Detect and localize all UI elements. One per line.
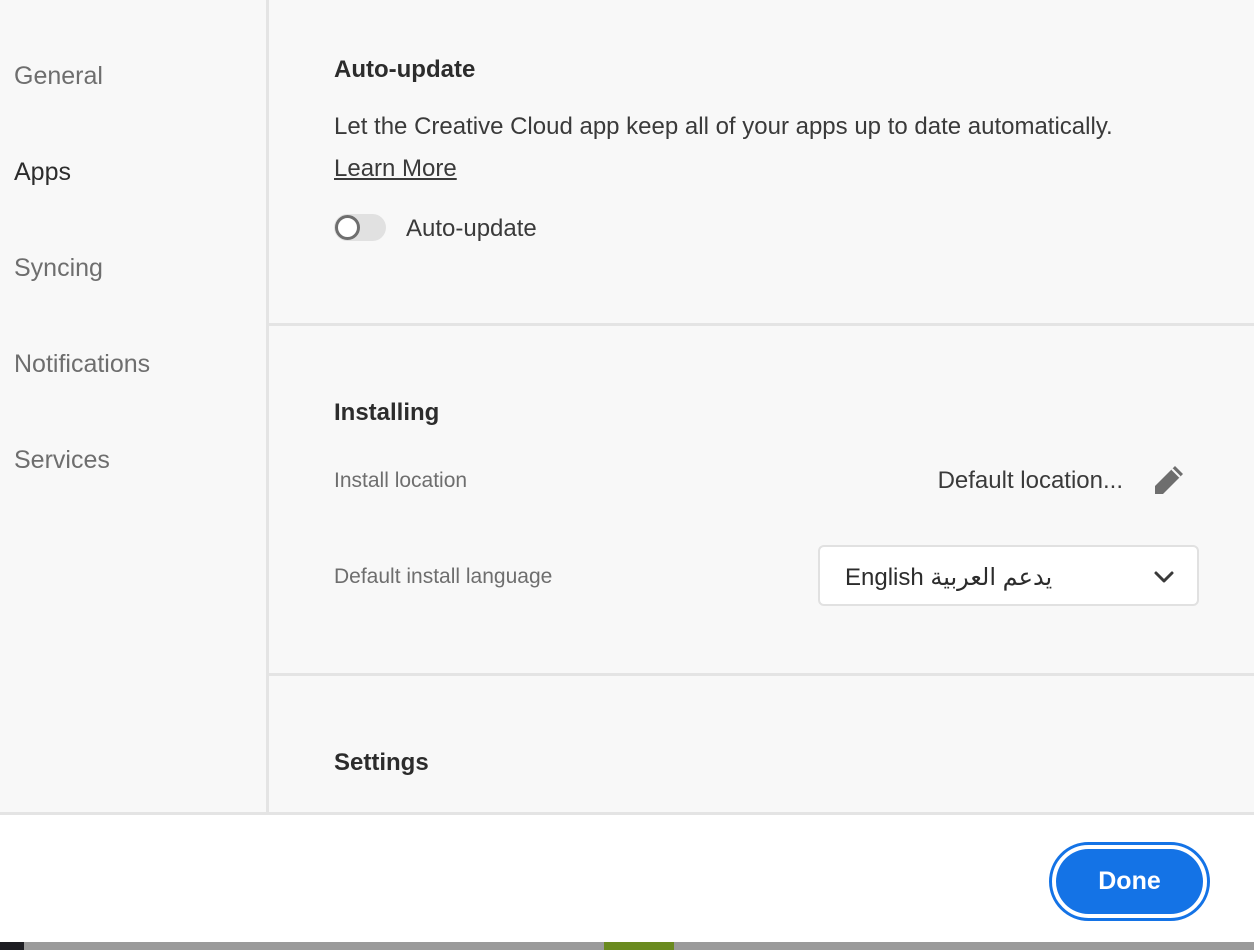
- auto-update-toggle-label: Auto-update: [406, 215, 537, 242]
- auto-update-description: Let the Creative Cloud app keep all of y…: [334, 113, 1113, 140]
- preferences-window: General Apps Syncing Notifications Servi…: [0, 0, 1254, 950]
- pencil-icon[interactable]: [1151, 462, 1187, 498]
- install-location-label: Install location: [334, 469, 468, 492]
- sidebar: General Apps Syncing Notifications Servi…: [0, 0, 269, 812]
- strip-dark-segment: [0, 942, 24, 950]
- settings-section: Settings: [269, 676, 1254, 812]
- sidebar-item-apps[interactable]: Apps: [14, 158, 71, 187]
- learn-more-link[interactable]: Learn More: [334, 155, 457, 183]
- auto-update-heading: Auto-update: [334, 56, 476, 83]
- footer-bar: Done: [0, 812, 1254, 942]
- settings-heading: Settings: [334, 749, 429, 776]
- sidebar-item-general[interactable]: General: [14, 62, 103, 91]
- done-button[interactable]: Done: [1056, 849, 1203, 914]
- install-location-value: Default location...: [937, 467, 1123, 494]
- strip-green-segment: [604, 942, 674, 950]
- toggle-knob: [335, 215, 360, 240]
- auto-update-toggle[interactable]: [334, 214, 386, 241]
- installing-heading: Installing: [334, 399, 440, 426]
- sidebar-item-notifications[interactable]: Notifications: [14, 350, 150, 379]
- auto-update-section: Auto-update Let the Creative Cloud app k…: [269, 0, 1254, 326]
- default-language-label: Default install language: [334, 565, 553, 588]
- sidebar-item-services[interactable]: Services: [14, 446, 110, 475]
- language-select-value: English يدعم العربية: [845, 564, 1053, 591]
- main-panel: Auto-update Let the Creative Cloud app k…: [269, 0, 1254, 812]
- chevron-down-icon: [1154, 571, 1174, 583]
- sidebar-item-syncing[interactable]: Syncing: [14, 254, 103, 283]
- installing-section: Installing Install location Default loca…: [269, 326, 1254, 676]
- language-select[interactable]: English يدعم العربية: [818, 545, 1199, 606]
- background-window-strip: [0, 942, 1254, 950]
